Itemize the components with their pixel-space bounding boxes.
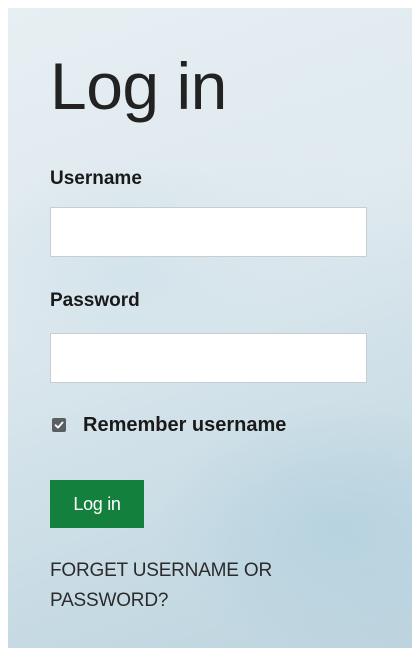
login-button[interactable]: Log in (50, 480, 144, 528)
remember-username-row[interactable]: Remember username (50, 412, 286, 438)
username-label: Username (50, 168, 142, 189)
remember-username-label: Remember username (83, 413, 287, 436)
remember-username-checkbox[interactable] (52, 418, 66, 432)
username-input[interactable] (50, 207, 367, 257)
password-input[interactable] (50, 333, 367, 383)
forgot-credentials-link[interactable]: FORGET USERNAME OR PASSWORD? (50, 556, 370, 616)
check-icon (54, 421, 64, 429)
page-title: Log in (50, 49, 227, 123)
password-label: Password (50, 290, 140, 311)
login-panel: Log in Username Password Remember userna… (8, 8, 412, 648)
